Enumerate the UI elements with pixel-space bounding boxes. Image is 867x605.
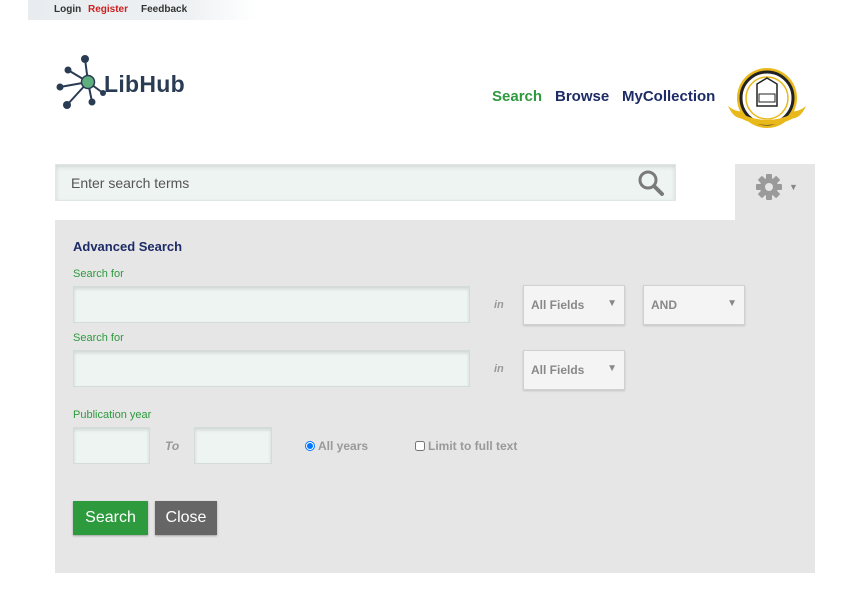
all-years-radio[interactable] xyxy=(305,441,315,451)
university-seal xyxy=(726,66,808,132)
operator-select[interactable]: AND ▼ xyxy=(643,285,745,325)
chevron-down-icon: ▼ xyxy=(607,363,617,374)
settings-dropdown-toggle[interactable]: ▼ xyxy=(735,164,815,220)
field-select-2-value: All Fields xyxy=(531,363,585,377)
libhub-logo[interactable]: LibHub xyxy=(55,54,195,112)
search-for-label-2: Search for xyxy=(73,332,124,344)
chevron-down-icon: ▼ xyxy=(607,298,617,309)
operator-select-value: AND xyxy=(651,298,677,312)
top-utility-bar: Login Register Feedback xyxy=(28,0,256,20)
full-text-label: Limit to full text xyxy=(428,439,518,453)
gear-icon xyxy=(756,174,782,200)
panel-title: Advanced Search xyxy=(73,239,183,254)
chevron-down-icon: ▼ xyxy=(789,182,798,192)
close-button[interactable]: Close xyxy=(155,501,217,535)
search-term-field-1[interactable] xyxy=(73,286,470,323)
logo-text: LibHub xyxy=(104,71,185,97)
year-from-field[interactable] xyxy=(73,427,150,464)
nav-browse[interactable]: Browse xyxy=(555,88,609,105)
advanced-search-panel: Advanced Search Search for in All Fields… xyxy=(55,220,815,573)
login-link[interactable]: Login xyxy=(54,4,81,15)
in-label-2: in xyxy=(494,363,504,375)
advanced-search-button[interactable]: Search xyxy=(73,501,148,535)
all-years-option[interactable]: All years xyxy=(305,439,368,453)
nav-search[interactable]: Search xyxy=(492,88,542,105)
to-label: To xyxy=(165,439,180,453)
full-text-checkbox[interactable] xyxy=(415,441,425,451)
field-select-1[interactable]: All Fields ▼ xyxy=(523,285,625,325)
seal-emblem-icon xyxy=(728,68,806,128)
feedback-link[interactable]: Feedback xyxy=(141,4,187,15)
search-input[interactable] xyxy=(56,165,626,200)
field-select-2[interactable]: All Fields ▼ xyxy=(523,350,625,390)
nav-mycollection[interactable]: MyCollection xyxy=(622,88,715,105)
all-years-label: All years xyxy=(318,439,369,453)
search-for-label-1: Search for xyxy=(73,268,124,280)
full-text-option[interactable]: Limit to full text xyxy=(415,439,517,453)
magnifier-icon xyxy=(638,170,664,196)
year-to-field[interactable] xyxy=(194,427,272,464)
publication-year-label: Publication year xyxy=(73,409,152,421)
search-submit-button[interactable] xyxy=(636,169,666,197)
network-logo-icon xyxy=(56,55,106,109)
search-term-field-2[interactable] xyxy=(73,350,470,387)
in-label-1: in xyxy=(494,299,504,311)
register-link[interactable]: Register xyxy=(88,4,128,15)
chevron-down-icon: ▼ xyxy=(727,298,737,309)
field-select-1-value: All Fields xyxy=(531,298,585,312)
search-bar xyxy=(55,164,676,201)
